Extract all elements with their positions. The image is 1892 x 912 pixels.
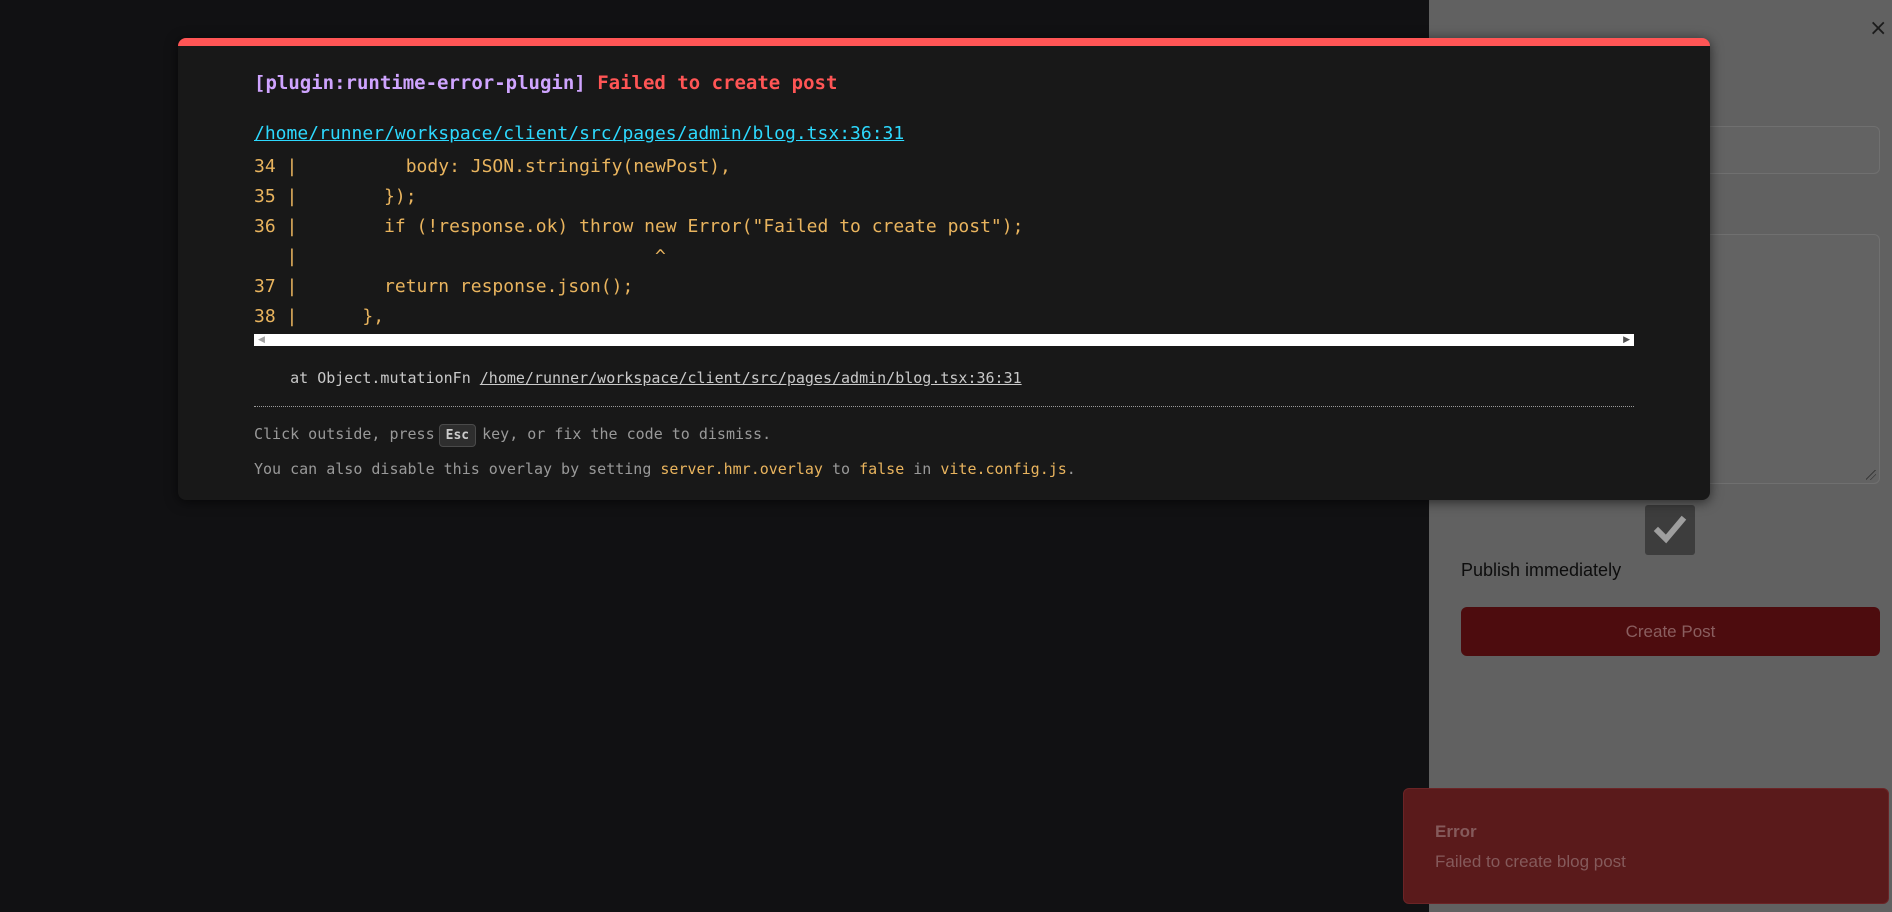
horizontal-scrollbar[interactable]: ◀ ▶: [254, 334, 1634, 346]
plugin-name: [plugin:runtime-error-plugin]: [254, 72, 586, 94]
disable-tip: You can also disable this overlay by set…: [254, 460, 1076, 478]
toast-description: Failed to create blog post: [1435, 852, 1626, 871]
publish-checkbox[interactable]: [1645, 505, 1695, 555]
arrow-left-icon[interactable]: ◀: [258, 335, 265, 345]
publish-label: Publish immediately: [1461, 560, 1622, 580]
config-key: server.hmr.overlay: [660, 460, 823, 478]
code-line: 38 | },: [254, 306, 385, 327]
config-file: vite.config.js: [940, 460, 1067, 478]
tip-text: You can also disable this overlay by set…: [254, 460, 661, 478]
divider: [254, 406, 1634, 407]
tip-text: in: [904, 460, 941, 478]
error-message: [plugin:runtime-error-plugin] Failed to …: [254, 72, 837, 94]
error-file-link[interactable]: /home/runner/workspace/client/src/pages/…: [254, 123, 904, 144]
code-frame: 34 | body: JSON.stringify(newPost), 35 |…: [254, 156, 1634, 336]
code-line: 37 | return response.json();: [254, 276, 634, 297]
tip-text: .: [1066, 460, 1076, 478]
error-text: Failed to create post: [597, 72, 838, 94]
checkmark-icon: [1653, 515, 1687, 544]
toast-title: Error: [1435, 822, 1477, 841]
error-toast[interactable]: Error Failed to create blog post: [1403, 788, 1889, 904]
tip-text: to: [822, 460, 860, 478]
stack-file-link[interactable]: /home/runner/workspace/client/src/pages/…: [480, 369, 1022, 387]
tip-text: key, or fix the code to dismiss.: [482, 425, 772, 443]
tip-text: Click outside, press: [254, 425, 435, 443]
code-line: | ^: [254, 246, 666, 267]
error-overlay[interactable]: [plugin:runtime-error-plugin] Failed to …: [178, 38, 1710, 500]
resize-grip-icon[interactable]: [1866, 470, 1876, 480]
arrow-right-icon[interactable]: ▶: [1623, 335, 1630, 345]
close-icon[interactable]: ×: [1869, 18, 1887, 40]
stack-trace: at Object.mutationFn /home/runner/worksp…: [254, 369, 1022, 387]
create-post-button[interactable]: Create Post: [1461, 607, 1880, 656]
config-value: false: [859, 460, 905, 478]
code-line: 34 | body: JSON.stringify(newPost),: [254, 156, 731, 177]
stack-prefix: at Object.mutationFn: [254, 369, 480, 387]
esc-key: Esc: [438, 424, 477, 447]
dismiss-tip: Click outside, press Esc key, or fix the c…: [254, 424, 771, 447]
code-line: 36 | if (!response.ok) throw new Error("…: [254, 216, 1024, 237]
code-line: 35 | });: [254, 186, 417, 207]
